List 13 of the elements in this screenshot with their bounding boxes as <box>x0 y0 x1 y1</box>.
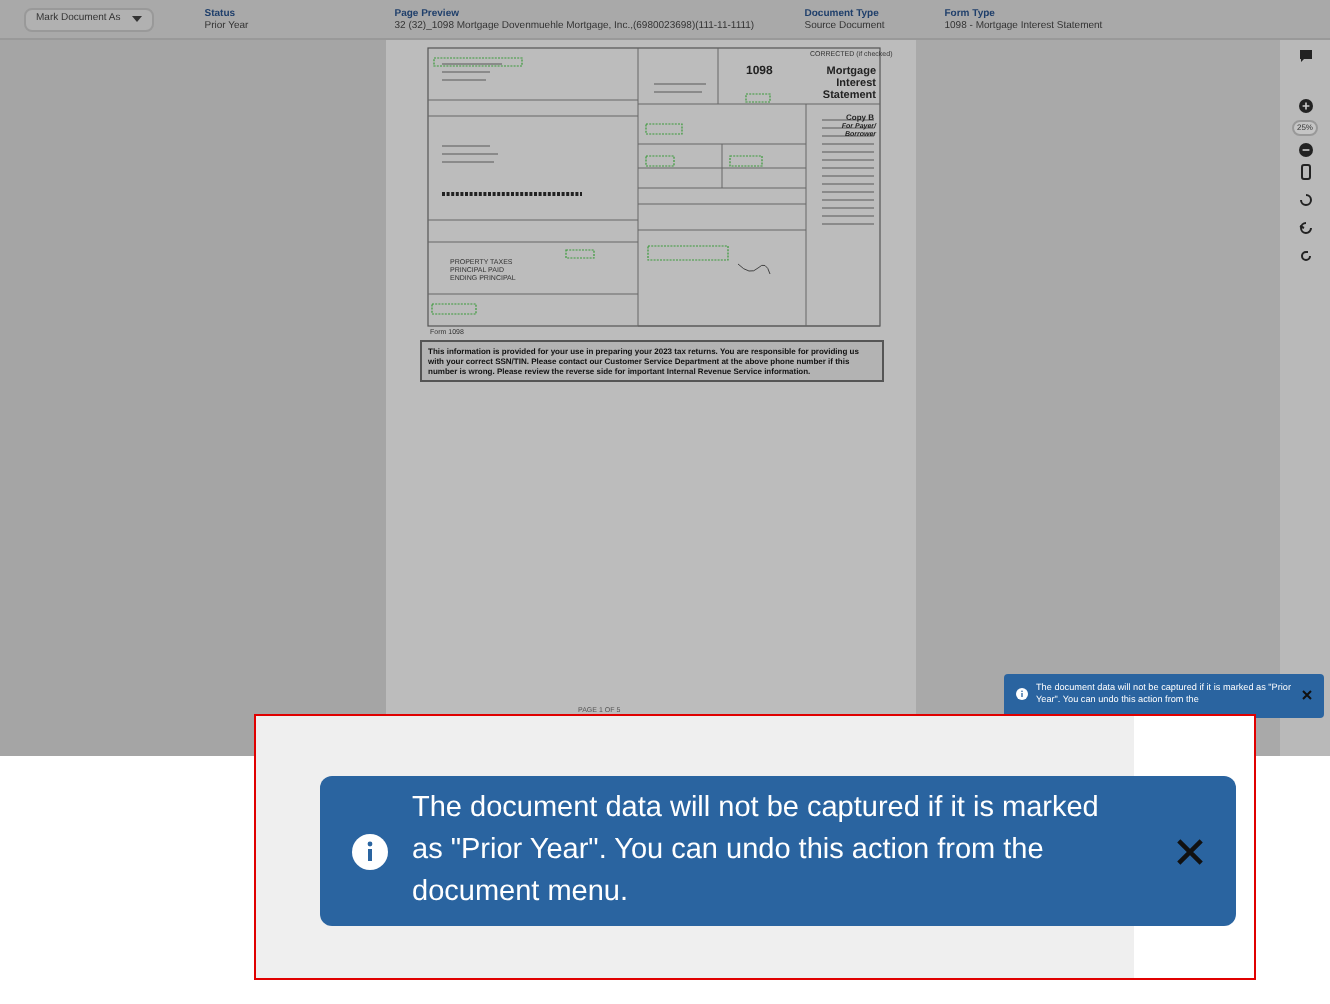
zoom-in-icon[interactable] <box>1297 98 1313 114</box>
rotate-left-icon[interactable] <box>1297 192 1313 208</box>
close-button[interactable] <box>1302 690 1312 700</box>
comment-icon[interactable] <box>1297 48 1313 64</box>
rotate-icon[interactable] <box>1297 220 1313 236</box>
caret-icon <box>132 16 143 22</box>
close-button[interactable] <box>1176 837 1204 865</box>
fit-page-icon[interactable] <box>1297 164 1313 180</box>
zoom-out-icon[interactable] <box>1297 142 1313 158</box>
info-icon <box>1016 688 1028 700</box>
rotate-right-icon[interactable] <box>1297 248 1313 264</box>
info-icon <box>352 833 388 869</box>
toast-message: The document data will not be captured if it is marked as "Prior Year". You can undo this action from the document menu. <box>412 790 1101 912</box>
